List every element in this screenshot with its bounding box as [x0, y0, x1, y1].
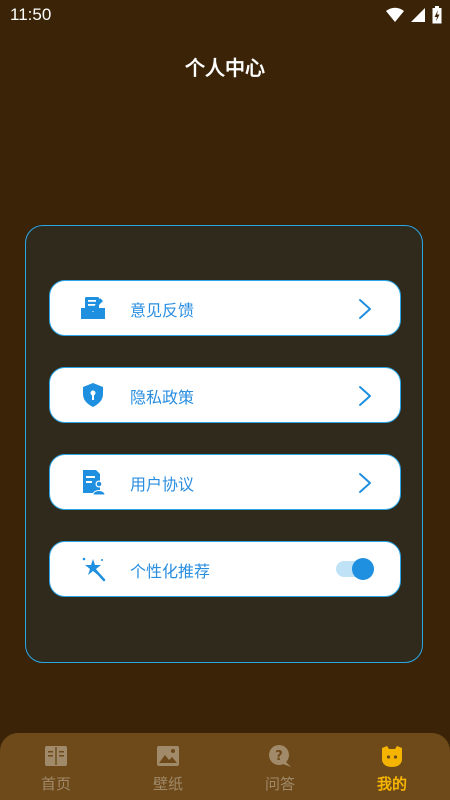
menu-item-personalized-recommendation: 个性化推荐 — [49, 541, 401, 597]
menu-item-label: 个性化推荐 — [130, 562, 211, 581]
nav-label: 问答 — [264, 775, 295, 793]
personalized-recommendation-toggle[interactable] — [336, 558, 374, 580]
menu-item-label: 用户协议 — [130, 475, 195, 494]
status-bar: 11:50 — [0, 0, 450, 30]
book-icon — [45, 746, 67, 766]
battery-icon — [432, 6, 442, 24]
menu-item-user-agreement[interactable]: 用户协议 — [49, 454, 401, 510]
signal-icon — [411, 8, 425, 22]
svg-text:?: ? — [275, 749, 283, 764]
nav-item-qa[interactable]: ? 问答 — [240, 743, 320, 794]
toggle-knob — [352, 558, 374, 580]
image-icon — [157, 746, 179, 766]
bottom-nav: 首页 壁纸 ? 问答 我的 — [0, 733, 450, 800]
settings-panel: 意见反馈 隐私政策 用户协议 个性化推荐 — [25, 225, 423, 663]
agreement-icon — [83, 470, 106, 495]
wifi-icon — [386, 7, 404, 23]
status-time: 11:50 — [10, 5, 52, 24]
nav-item-wallpaper[interactable]: 壁纸 — [128, 743, 208, 794]
chevron-right-icon — [359, 386, 371, 406]
face-icon — [382, 746, 402, 767]
question-bubble-icon: ? — [269, 745, 291, 767]
nav-item-mine[interactable]: 我的 — [352, 743, 432, 794]
nav-label: 我的 — [376, 775, 407, 793]
feedback-icon — [81, 297, 105, 319]
chevron-right-icon — [359, 473, 371, 493]
nav-label: 首页 — [40, 775, 71, 793]
menu-item-label: 隐私政策 — [130, 388, 195, 407]
nav-item-home[interactable]: 首页 — [16, 743, 96, 794]
magic-wand-icon — [82, 557, 106, 582]
shield-icon — [83, 383, 103, 407]
menu-item-label: 意见反馈 — [130, 301, 195, 320]
menu-item-privacy[interactable]: 隐私政策 — [49, 367, 401, 423]
nav-label: 壁纸 — [152, 775, 183, 793]
page-title: 个人中心 — [185, 56, 265, 80]
status-icons — [386, 6, 442, 24]
chevron-right-icon — [359, 299, 371, 319]
menu-item-feedback[interactable]: 意见反馈 — [49, 280, 401, 336]
